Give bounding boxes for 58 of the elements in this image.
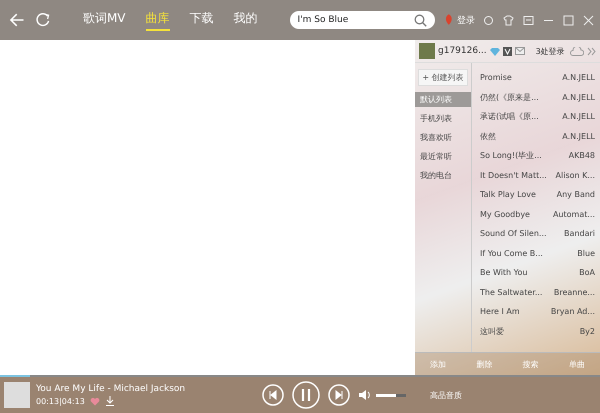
song-artist: A.N.JELL bbox=[562, 132, 595, 141]
song-artist: Bryan Ad... bbox=[550, 307, 595, 316]
pause-button[interactable] bbox=[292, 381, 320, 409]
song-title[interactable]: Be With You bbox=[480, 268, 528, 278]
next-button[interactable] bbox=[328, 384, 350, 406]
song-artist: AKB48 bbox=[568, 151, 595, 160]
playlist-item[interactable]: 手机列表 bbox=[415, 111, 471, 126]
login-count[interactable]: 3处登录 bbox=[536, 46, 565, 56]
shirt-icon[interactable] bbox=[503, 14, 514, 26]
download-icon[interactable] bbox=[104, 396, 115, 406]
playlist-item[interactable]: 我喜欢听 bbox=[415, 130, 471, 145]
song-title[interactable]: 这叫爱 bbox=[480, 326, 504, 337]
mail-icon[interactable] bbox=[514, 47, 525, 55]
maximize-icon[interactable] bbox=[563, 14, 574, 26]
song-artist: A.N.JELL bbox=[562, 112, 595, 122]
song-artist: Breanne... bbox=[554, 288, 595, 297]
mini-mode-icon[interactable] bbox=[523, 14, 534, 26]
close-icon[interactable] bbox=[583, 14, 594, 26]
song-artist: Alison K... bbox=[556, 170, 595, 180]
song-artist: Bandari bbox=[564, 229, 595, 238]
cloud-icon[interactable] bbox=[570, 46, 584, 56]
user-name[interactable]: g179126... bbox=[438, 46, 487, 56]
refresh-icon[interactable] bbox=[35, 12, 51, 28]
song-title[interactable]: Talk Play Love bbox=[480, 190, 536, 200]
back-icon[interactable] bbox=[8, 11, 26, 29]
song-title[interactable]: Here I Am bbox=[480, 307, 520, 316]
song-artist: A.N.JELL bbox=[562, 73, 595, 82]
play-time: 00:13|04:13 bbox=[36, 396, 85, 406]
playlist-item[interactable]: 我的电台 bbox=[415, 168, 471, 183]
quality-label[interactable]: 高品音质 bbox=[430, 390, 462, 400]
track-title: You Are My Life - Michael Jackson bbox=[36, 384, 186, 394]
search-field[interactable]: I'm So Blue bbox=[290, 11, 436, 29]
song-title[interactable]: 仍然(《原来是... bbox=[480, 92, 539, 103]
song-artist: Any Band bbox=[556, 190, 595, 200]
song-title[interactable]: My Goodbye bbox=[480, 210, 530, 219]
song-title[interactable]: 依然 bbox=[480, 130, 496, 142]
collapse-icon[interactable] bbox=[587, 46, 596, 56]
search-icon[interactable] bbox=[414, 14, 428, 26]
song-title[interactable]: The Saltwater... bbox=[480, 288, 542, 297]
song-artist: By2 bbox=[580, 326, 595, 336]
diamond-icon bbox=[490, 46, 500, 56]
song-artist: A.N.JELL bbox=[562, 92, 595, 102]
previous-button[interactable] bbox=[262, 384, 284, 406]
song-title[interactable]: 承诺(试唱《原... bbox=[480, 111, 539, 122]
volume-icon[interactable] bbox=[358, 389, 372, 401]
song-title[interactable]: It Doesn't Matt... bbox=[480, 170, 547, 180]
song-artist: Blue bbox=[577, 248, 595, 258]
song-title[interactable]: If You Come B... bbox=[480, 248, 543, 258]
volume-slider[interactable] bbox=[376, 394, 406, 396]
create-list-button[interactable]: + 创建列表 bbox=[418, 69, 468, 86]
playlist-item[interactable]: 最近常听 bbox=[415, 149, 471, 164]
song-title[interactable]: So Long!(毕业... bbox=[480, 150, 542, 162]
song-title[interactable]: Promise bbox=[480, 73, 512, 82]
song-artist: Automat... bbox=[552, 210, 595, 219]
vip-badge-icon bbox=[502, 46, 512, 56]
skin-icon[interactable] bbox=[483, 14, 494, 26]
song-artist: BoA bbox=[579, 268, 595, 278]
song-title[interactable]: Sound Of Silen... bbox=[480, 229, 547, 238]
